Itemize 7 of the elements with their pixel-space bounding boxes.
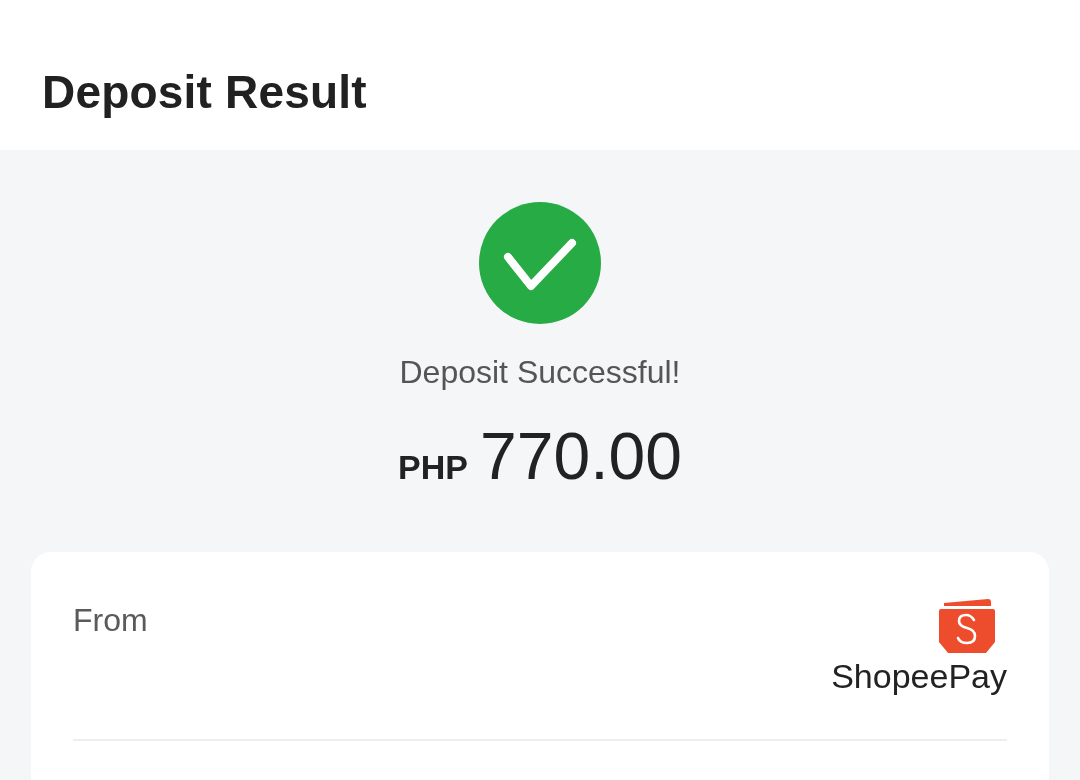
payment-method-name: ShopeePay (831, 656, 1007, 696)
status-message: Deposit Successful! (399, 353, 681, 392)
amount-value: 770.00 (480, 418, 682, 494)
currency-code: PHP (398, 447, 468, 487)
page-title: Deposit Result (42, 65, 367, 120)
wallet-icon (938, 598, 996, 654)
detail-label: From (73, 601, 148, 640)
